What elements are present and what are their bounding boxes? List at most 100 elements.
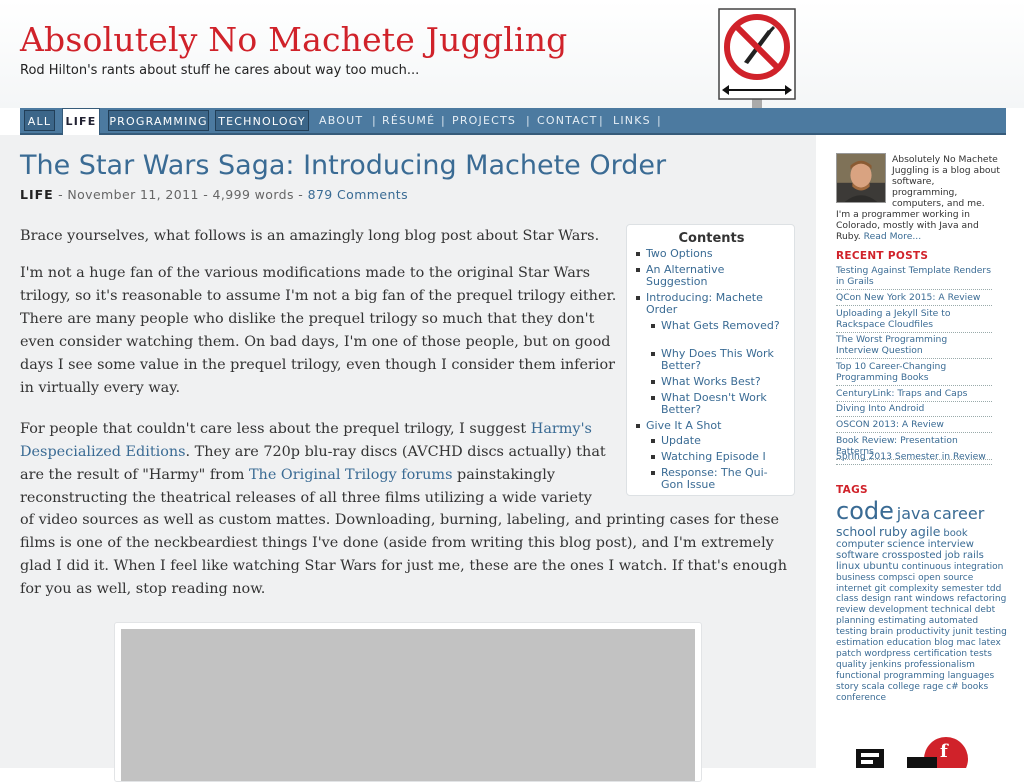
tag-link[interactable]: estimation: [836, 638, 884, 648]
tag-link[interactable]: review: [836, 605, 866, 615]
recent-post-link[interactable]: The Worst Programming Interview Question: [836, 334, 992, 359]
toc-item[interactable]: Introducing: Machete Order: [636, 292, 786, 316]
embedded-media[interactable]: [114, 622, 702, 782]
tag-link[interactable]: certification: [913, 649, 967, 659]
tag-link[interactable]: git: [874, 584, 886, 594]
tag-link[interactable]: estimating: [878, 616, 926, 626]
toc-item[interactable]: Give It A Shot: [636, 420, 786, 432]
tag-link[interactable]: business: [836, 573, 875, 583]
tag-link[interactable]: linux: [836, 561, 860, 572]
toc-item[interactable]: Two Options: [636, 248, 786, 260]
tag-link[interactable]: planning: [836, 616, 875, 626]
tag-link[interactable]: interview: [928, 539, 974, 550]
tag-link[interactable]: conference: [836, 693, 886, 703]
tag-link[interactable]: semester: [941, 584, 983, 594]
tag-link[interactable]: source: [943, 573, 973, 583]
tag-link[interactable]: computer: [836, 539, 884, 550]
tag-link[interactable]: testing: [976, 627, 1007, 637]
toc-item[interactable]: Update: [651, 435, 781, 447]
tag-link[interactable]: science: [887, 539, 925, 550]
comments-link[interactable]: 879 Comments: [308, 187, 408, 202]
tag-link[interactable]: story: [836, 682, 859, 692]
tag-link[interactable]: latex: [979, 638, 1001, 648]
tag-link[interactable]: development: [869, 605, 928, 615]
tag-link[interactable]: functional: [836, 671, 881, 681]
tab-programming[interactable]: PROGRAMMING: [108, 110, 209, 131]
tag-link[interactable]: brain: [870, 627, 893, 637]
tag-link[interactable]: refactoring: [957, 594, 1006, 604]
tag-link[interactable]: patch: [836, 649, 861, 659]
toc-item[interactable]: What Gets Removed?: [651, 320, 781, 332]
tag-link[interactable]: rails: [963, 550, 984, 561]
tag-link[interactable]: quality: [836, 660, 867, 670]
tag-link[interactable]: career: [933, 504, 984, 523]
tag-link[interactable]: internet: [836, 584, 872, 594]
tag-link[interactable]: tests: [970, 649, 992, 659]
tag-link[interactable]: agile: [910, 524, 940, 539]
tag-link[interactable]: productivity: [896, 627, 950, 637]
toc-item[interactable]: Watching Episode I: [651, 451, 781, 463]
tag-link[interactable]: job: [945, 550, 960, 561]
tag-link[interactable]: book: [943, 528, 967, 539]
tag-link[interactable]: wordpress: [864, 649, 910, 659]
tag-link[interactable]: integration: [954, 562, 1003, 572]
read-more-link[interactable]: Read More...: [864, 231, 922, 242]
toc-item[interactable]: Why Does This Work Better?: [651, 348, 781, 372]
post-title[interactable]: The Star Wars Saga: Introducing Machete …: [20, 150, 666, 181]
toc-item[interactable]: What Works Best?: [651, 376, 781, 388]
tag-link[interactable]: code: [836, 497, 894, 525]
nav-link-projects[interactable]: PROJECTS: [452, 110, 516, 131]
tag-link[interactable]: debt: [975, 605, 996, 615]
tag-link[interactable]: technical: [931, 605, 972, 615]
tag-link[interactable]: languages: [948, 671, 995, 681]
recent-post-link[interactable]: Top 10 Career-Changing Programming Books: [836, 361, 992, 386]
recent-post-link[interactable]: Testing Against Template Renders in Grai…: [836, 265, 992, 290]
tag-link[interactable]: open: [918, 573, 940, 583]
tag-link[interactable]: automated: [929, 616, 978, 626]
tag-link[interactable]: junit: [953, 627, 973, 637]
tab-life[interactable]: LIFE: [62, 108, 100, 135]
tag-link[interactable]: education: [887, 638, 932, 648]
original-trilogy-link[interactable]: The Original Trilogy forums: [249, 467, 453, 483]
tag-link[interactable]: compsci: [878, 573, 915, 583]
nav-link-about[interactable]: ABOUT: [319, 110, 363, 131]
tag-link[interactable]: college: [888, 682, 920, 692]
recent-post-link[interactable]: Uploading a Jekyll Site to Rackspace Clo…: [836, 308, 992, 333]
tag-link[interactable]: windows: [915, 594, 954, 604]
tag-link[interactable]: blog: [934, 638, 953, 648]
tag-link[interactable]: programming: [884, 671, 945, 681]
post-category[interactable]: LIFE: [20, 187, 54, 202]
tag-link[interactable]: c#: [946, 682, 959, 692]
tag-link[interactable]: rage: [923, 682, 943, 692]
tag-link[interactable]: complexity: [889, 584, 939, 594]
tag-link[interactable]: mac: [957, 638, 976, 648]
recent-post-link[interactable]: Spring 2013 Semester in Review: [836, 451, 992, 465]
author-avatar[interactable]: [836, 153, 886, 203]
tag-link[interactable]: testing: [836, 627, 867, 637]
toc-item[interactable]: An Alternative Suggestion: [636, 264, 786, 288]
site-title[interactable]: Absolutely No Machete Juggling: [20, 20, 568, 59]
tag-link[interactable]: design: [861, 594, 891, 604]
recent-post-link[interactable]: Diving Into Android: [836, 403, 992, 417]
tag-link[interactable]: ruby: [879, 524, 907, 539]
tag-link[interactable]: books: [962, 682, 989, 692]
badge-logo-icon[interactable]: f: [852, 735, 972, 768]
tag-link[interactable]: ubuntu: [863, 561, 899, 572]
recent-post-link[interactable]: QCon New York 2015: A Review: [836, 292, 992, 306]
no-machete-sign-icon[interactable]: [718, 8, 796, 112]
tag-link[interactable]: school: [836, 524, 876, 539]
recent-post-link[interactable]: CenturyLink: Traps and Caps: [836, 388, 992, 402]
tag-link[interactable]: tdd: [986, 584, 1001, 594]
tag-link[interactable]: rant: [894, 594, 912, 604]
tag-link[interactable]: jenkins: [870, 660, 902, 670]
tag-link[interactable]: java: [897, 504, 931, 523]
tab-all[interactable]: ALL: [24, 110, 55, 131]
nav-link-contact[interactable]: CONTACT: [537, 110, 598, 131]
toc-item[interactable]: Response: The Qui-Gon Issue: [651, 467, 771, 491]
tab-technology[interactable]: TECHNOLOGY: [215, 110, 309, 131]
toc-item[interactable]: What Doesn't Work Better?: [651, 392, 781, 416]
tag-link[interactable]: scala: [862, 682, 885, 692]
tag-link[interactable]: class: [836, 594, 858, 604]
nav-link-resume[interactable]: RÉSUMÉ: [382, 110, 435, 131]
tag-link[interactable]: software: [836, 550, 879, 561]
